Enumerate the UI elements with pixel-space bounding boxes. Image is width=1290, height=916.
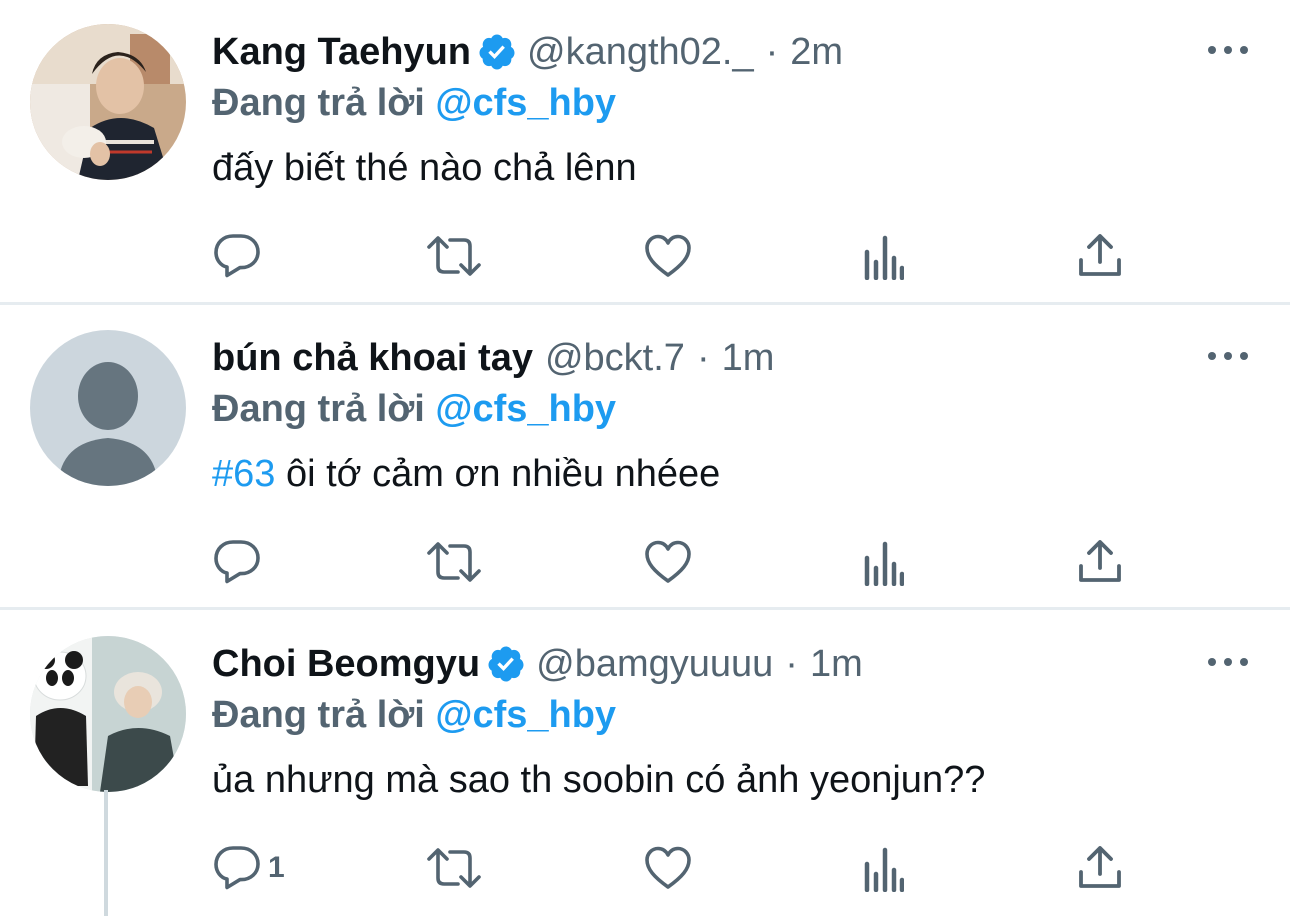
share-button[interactable]: [1078, 534, 1122, 590]
replying-to: Đang trả lời @cfs_hby: [212, 692, 616, 738]
handle[interactable]: @bamgyuuuu: [536, 640, 773, 688]
avatar[interactable]: [30, 330, 186, 486]
separator: ·: [785, 643, 798, 685]
display-name[interactable]: Kang Taehyun: [212, 28, 471, 76]
replying-to-user-link[interactable]: @cfs_hby: [435, 694, 616, 736]
views-icon: [862, 232, 904, 280]
thread-connector-line: [104, 790, 108, 916]
tweet-actions: [212, 534, 1132, 590]
share-icon: [1078, 844, 1122, 892]
tweet-text-content: ôi tớ cảm ơn nhiều nhéee: [275, 453, 721, 495]
views-button[interactable]: [862, 840, 904, 896]
views-button[interactable]: [862, 534, 904, 590]
more-icon[interactable]: [1208, 40, 1248, 60]
share-button[interactable]: [1078, 840, 1122, 896]
retweet-button[interactable]: [426, 840, 482, 896]
reply-icon: [212, 844, 262, 892]
reply-button[interactable]: [212, 534, 268, 590]
hashtag-link[interactable]: #63: [212, 453, 275, 495]
timestamp[interactable]: 1m: [722, 334, 775, 382]
handle[interactable]: @kangth02._: [527, 28, 754, 76]
reply-button[interactable]: 1: [212, 840, 285, 896]
divider: [0, 607, 1290, 610]
reply-count: 1: [268, 851, 285, 884]
tweet-text: đấy biết thé nào chả lênn: [212, 140, 637, 196]
retweet-button[interactable]: [426, 534, 482, 590]
display-name[interactable]: Choi Beomgyu: [212, 640, 480, 688]
replying-to: Đang trả lời @cfs_hby: [212, 80, 616, 126]
like-button[interactable]: [644, 534, 692, 590]
separator: ·: [765, 31, 779, 73]
tweet-text: ủa nhưng mà sao th soobin có ảnh yeonjun…: [212, 752, 985, 808]
more-icon[interactable]: [1208, 346, 1248, 366]
replying-to-label: Đang trả lời: [212, 694, 425, 736]
tweet-header: Choi Beomgyu @bamgyuuuu · 1m: [212, 640, 863, 688]
timestamp[interactable]: 1m: [810, 640, 863, 688]
avatar[interactable]: [30, 24, 186, 180]
replying-to-label: Đang trả lời: [212, 388, 425, 430]
reply-thread: Kang Taehyun @kangth02._ · 2m Đang trả l…: [0, 0, 1290, 916]
display-name[interactable]: bún chả khoai tay: [212, 334, 533, 382]
tweet-text-content: đấy biết thé nào chả lênn: [212, 147, 637, 189]
handle[interactable]: @bckt.7: [545, 334, 685, 382]
tweet[interactable]: Kang Taehyun @kangth02._ · 2m Đang trả l…: [0, 0, 1290, 303]
timestamp[interactable]: 2m: [790, 28, 843, 76]
views-button[interactable]: [862, 228, 904, 284]
views-icon: [862, 538, 904, 586]
retweet-icon: [426, 232, 482, 280]
tweet[interactable]: Choi Beomgyu @bamgyuuuu · 1m Đang trả lờ…: [0, 612, 1290, 916]
avatar[interactable]: [30, 636, 186, 792]
heart-icon: [644, 539, 692, 585]
share-icon: [1078, 538, 1122, 586]
reply-icon: [212, 232, 262, 280]
more-icon[interactable]: [1208, 652, 1248, 672]
tweet[interactable]: bún chả khoai tay @bckt.7 · 1m Đang trả …: [0, 306, 1290, 609]
views-icon: [862, 844, 904, 892]
tweet-actions: 1: [212, 840, 1132, 896]
tweet-actions: [212, 228, 1132, 284]
share-button[interactable]: [1078, 228, 1122, 284]
verified-badge-icon: [477, 32, 517, 72]
replying-to-user-link[interactable]: @cfs_hby: [435, 82, 616, 124]
retweet-icon: [426, 538, 482, 586]
tweet-header: bún chả khoai tay @bckt.7 · 1m: [212, 334, 774, 382]
separator: ·: [696, 337, 710, 379]
reply-icon: [212, 538, 262, 586]
retweet-button[interactable]: [426, 228, 482, 284]
heart-icon: [644, 233, 692, 279]
heart-icon: [644, 845, 692, 891]
tweet-header: Kang Taehyun @kangth02._ · 2m: [212, 28, 843, 76]
retweet-icon: [426, 844, 482, 892]
tweet-text: #63 ôi tớ cảm ơn nhiều nhéee: [212, 446, 720, 502]
like-button[interactable]: [644, 840, 692, 896]
verified-badge-icon: [486, 644, 526, 684]
divider: [0, 302, 1290, 305]
like-button[interactable]: [644, 228, 692, 284]
reply-button[interactable]: [212, 228, 268, 284]
share-icon: [1078, 232, 1122, 280]
tweet-text-content: ủa nhưng mà sao th soobin có ảnh yeonjun…: [212, 759, 986, 801]
replying-to-user-link[interactable]: @cfs_hby: [435, 388, 616, 430]
replying-to: Đang trả lời @cfs_hby: [212, 386, 616, 432]
replying-to-label: Đang trả lời: [212, 82, 425, 124]
